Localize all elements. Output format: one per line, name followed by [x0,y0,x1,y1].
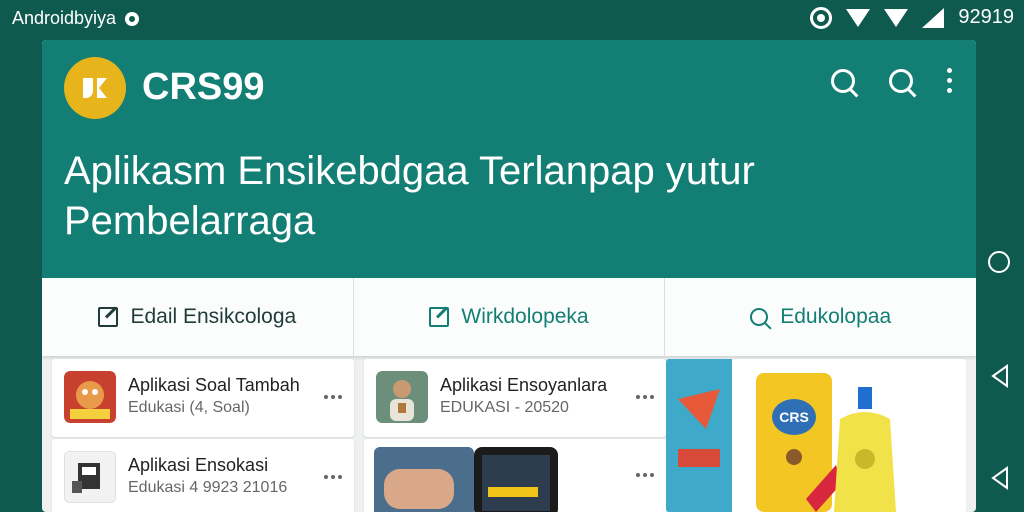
list-item[interactable]: Aplikasi Ensokasi Edukasi 4 9923 21016 [52,439,354,512]
back-icon[interactable] [989,364,1011,388]
more-horiz-icon[interactable] [324,475,342,479]
tab-label: Wirkdolopeka [461,305,589,328]
more-horiz-icon[interactable] [324,395,342,399]
edit-icon [429,307,450,327]
app-logo[interactable] [64,57,126,119]
brand-title: CRS99 [142,66,265,108]
list-item-subtitle: EDUKASI - 20520 [440,399,569,416]
app-window: CRS99 Aplikasm Ensikebdgaa Terlanpap yut… [42,40,976,512]
app-bar-actions [831,68,952,93]
more-horiz-icon[interactable] [636,395,654,399]
back-icon[interactable] [989,466,1011,490]
person-thumbnail-icon [376,371,428,423]
app-thumbnail-icon [64,451,116,503]
list-mid: Aplikasi Ensoyanlara EDUKASI - 20520 [364,359,666,512]
list-item-subtitle: Edukasi 4 9923 21016 [128,479,288,496]
more-horiz-icon[interactable] [636,473,654,477]
game-thumbnail-icon [64,371,116,423]
logo-mark-icon [83,78,107,98]
list-item[interactable]: Aplikasi Ensoyanlara EDUKASI - 20520 [364,359,666,437]
status-time: 92919 [958,6,1014,28]
tab-label: Edukolopaa [780,305,892,328]
tab-edail[interactable]: Edail Ensikcologa [42,278,354,356]
status-app-label: Androidbyiya [12,8,140,29]
wifi-icon [884,8,909,27]
signal-icon [922,7,945,28]
phone-photo-card[interactable] [364,439,666,512]
search-icon[interactable] [831,68,855,93]
list-item[interactable]: Aplikasi Soal Tambah Edukasi (4, Soal) [52,359,354,437]
edit-icon [98,307,119,327]
search-icon [750,308,769,326]
home-icon[interactable] [987,250,1011,274]
notification-icon [125,11,140,26]
search-icon[interactable] [889,68,913,93]
tab-edukolopaa[interactable]: Edukolopaa [665,278,976,356]
list-item-title: Aplikasi Soal Tambah [128,375,300,395]
wifi-icon [846,8,871,27]
hero-headline: Aplikasm Ensikebdgaa Terlanpap yutur Pem… [64,149,755,243]
list-item-title: Aplikasi Ensokasi [128,455,269,475]
list-item-subtitle: Edukasi (4, Soal) [128,399,250,416]
product-image: CRS [666,359,896,512]
android-nav-bar [974,240,1024,512]
status-right: 92919 [810,6,1014,29]
phone-photo-image [374,447,558,512]
hero-header: CRS99 Aplikasm Ensikebdgaa Terlanpap yut… [42,40,976,278]
list-item-title: Aplikasi Ensoyanlara [440,375,608,395]
status-bar: Androidbyiya 92919 [0,0,1024,36]
status-app-name: Androidbyiya [12,8,117,28]
product-label: CRS [779,409,809,425]
more-vert-icon[interactable] [947,68,952,93]
tab-bar: Edail Ensikcologa Wirkdolopeka Edukolopa… [42,278,976,356]
tab-wirkdolopeka[interactable]: Wirkdolopeka [354,278,666,356]
product-image-card[interactable]: CRS [666,359,966,512]
tab-label: Edail Ensikcologa [130,305,297,328]
alarm-icon [810,6,833,29]
list-left: Aplikasi Soal Tambah Edukasi (4, Soal) A… [52,359,354,512]
